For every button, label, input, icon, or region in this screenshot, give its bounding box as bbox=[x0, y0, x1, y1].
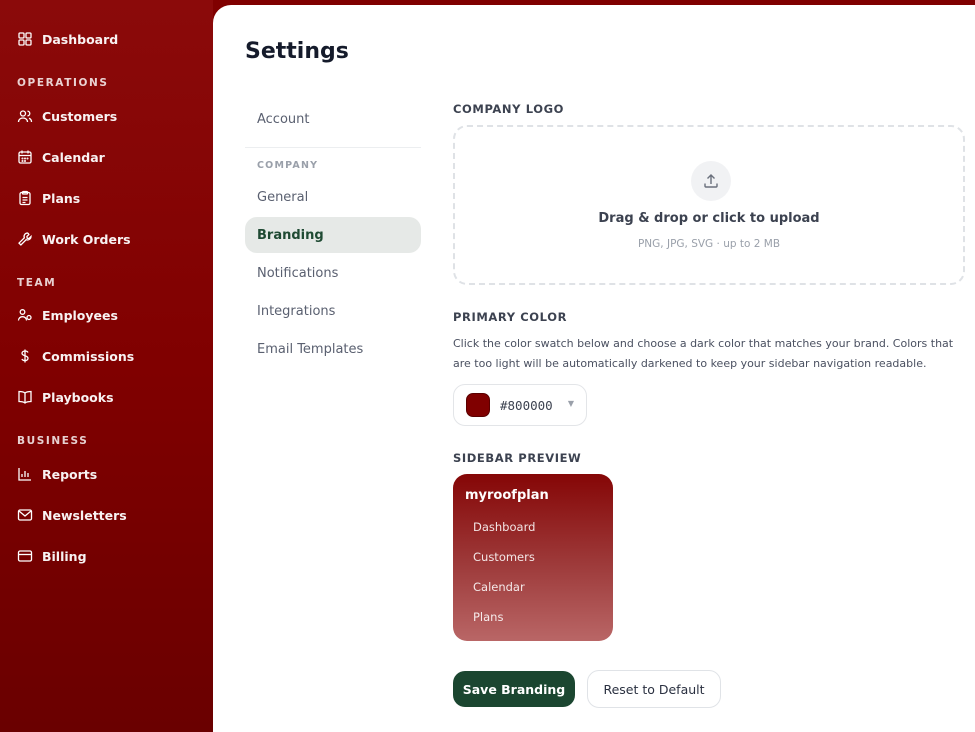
sidebar-preview-label: SIDEBAR PREVIEW bbox=[453, 451, 582, 465]
settings-tab-general[interactable]: General bbox=[245, 179, 421, 215]
sidebar-item-newsletters[interactable]: Newsletters bbox=[17, 503, 127, 527]
user-group-icon bbox=[17, 309, 32, 321]
bar-chart-icon bbox=[18, 468, 31, 481]
sidebar-section-operations: OPERATIONS bbox=[17, 77, 109, 89]
preview-brand-name: myroofplan bbox=[465, 488, 549, 503]
mail-icon bbox=[17, 509, 33, 521]
settings-tab-branding[interactable]: Branding bbox=[245, 217, 421, 253]
book-icon bbox=[18, 390, 32, 404]
credit-card-icon bbox=[17, 550, 33, 562]
sidebar-item-reports[interactable]: Reports bbox=[17, 462, 97, 486]
sidebar-item-label: Commissions bbox=[42, 348, 135, 364]
upload-title: Drag & drop or click to upload bbox=[598, 211, 820, 226]
settings-nav-divider bbox=[245, 147, 421, 148]
users-icon bbox=[17, 110, 33, 123]
color-swatch[interactable] bbox=[466, 393, 490, 417]
logo-upload-dropzone[interactable]: Drag & drop or click to upload PNG, JPG,… bbox=[453, 125, 965, 285]
preview-item: Dashboard bbox=[473, 520, 536, 534]
settings-tab-integrations[interactable]: Integrations bbox=[245, 293, 421, 329]
sidebar-item-label: Employees bbox=[42, 307, 118, 323]
preview-item: Customers bbox=[473, 550, 535, 564]
sidebar-item-employees[interactable]: Employees bbox=[17, 303, 118, 327]
sidebar-item-label: Work Orders bbox=[42, 231, 131, 247]
company-logo-label: COMPANY LOGO bbox=[453, 102, 564, 116]
preview-item: Plans bbox=[473, 610, 504, 624]
sidebar-item-playbooks[interactable]: Playbooks bbox=[17, 385, 114, 409]
sidebar-item-label: Billing bbox=[42, 548, 87, 564]
sidebar-section-business: BUSINESS bbox=[17, 435, 89, 447]
upload-icon bbox=[691, 161, 731, 201]
sidebar-item-commissions[interactable]: Commissions bbox=[17, 344, 134, 368]
preview-item: Calendar bbox=[473, 580, 525, 594]
calendar-icon bbox=[18, 150, 32, 164]
sidebar-item-plans[interactable]: Plans bbox=[17, 186, 80, 210]
sidebar-item-label: Dashboard bbox=[42, 31, 119, 47]
color-hex-value: #800000 bbox=[500, 397, 553, 413]
primary-color-label: PRIMARY COLOR bbox=[453, 310, 568, 324]
primary-color-help: Click the color swatch below and choose … bbox=[453, 337, 954, 370]
chevron-down-icon: ▼ bbox=[567, 399, 574, 408]
clipboard-icon bbox=[19, 190, 31, 206]
wrench-icon bbox=[18, 232, 32, 246]
sidebar-preview: myroofplan Dashboard Customers Calendar … bbox=[453, 474, 613, 641]
settings-tab-email-templates[interactable]: Email Templates bbox=[245, 331, 421, 367]
upload-hint: PNG, JPG, SVG · up to 2 MB bbox=[637, 238, 781, 250]
sidebar-item-customers[interactable]: Customers bbox=[17, 104, 117, 128]
page-title: Settings bbox=[245, 39, 349, 64]
sidebar-item-label: Reports bbox=[42, 466, 98, 482]
sidebar-item-label: Plans bbox=[42, 190, 81, 206]
main-panel: Settings Account COMPANY General Brandin… bbox=[213, 5, 975, 732]
sidebar-item-calendar[interactable]: Calendar bbox=[17, 145, 105, 169]
settings-tab-notifications[interactable]: Notifications bbox=[245, 255, 421, 291]
settings-tab-account[interactable]: Account bbox=[245, 101, 421, 137]
sidebar-section-team: TEAM bbox=[17, 277, 57, 289]
primary-color-picker[interactable]: #800000 ▼ bbox=[453, 384, 587, 426]
settings-section-company: COMPANY bbox=[257, 160, 319, 171]
save-branding-button[interactable]: Save Branding bbox=[453, 671, 575, 707]
sidebar-item-work-orders[interactable]: Work Orders bbox=[17, 227, 131, 251]
sidebar-item-label: Playbooks bbox=[42, 389, 114, 405]
sidebar-item-dashboard[interactable]: Dashboard bbox=[17, 27, 118, 51]
sidebar-item-billing[interactable]: Billing bbox=[17, 544, 87, 568]
app-sidebar: Dashboard OPERATIONS Customers Calendar … bbox=[0, 0, 213, 732]
reset-default-button[interactable]: Reset to Default bbox=[587, 670, 721, 708]
dollar-icon bbox=[21, 349, 29, 363]
sidebar-item-label: Newsletters bbox=[42, 507, 127, 523]
sidebar-item-label: Customers bbox=[42, 108, 118, 124]
grid-icon bbox=[18, 32, 32, 46]
sidebar-item-label: Calendar bbox=[42, 149, 105, 165]
